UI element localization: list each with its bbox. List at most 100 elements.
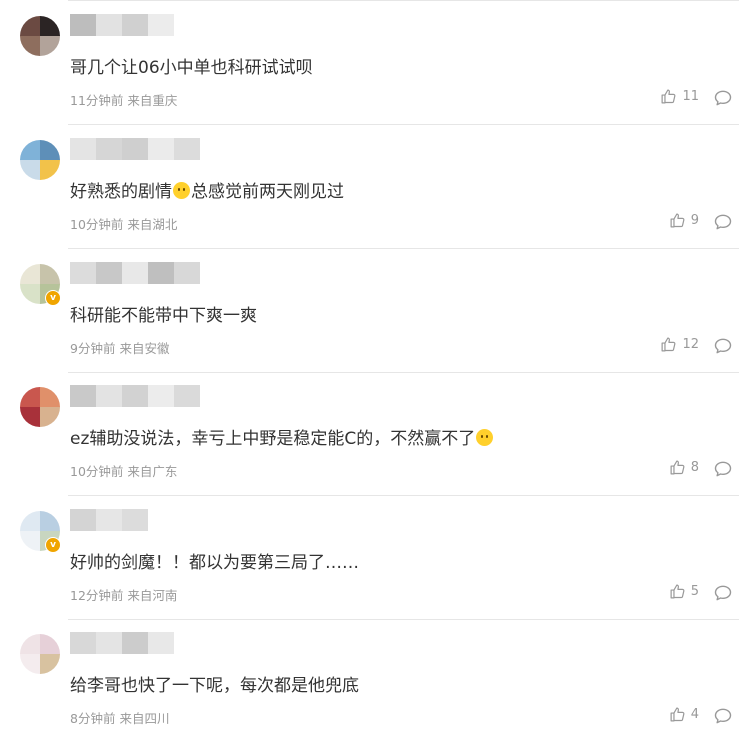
comment-meta: 8分钟前 来自四川 xyxy=(70,708,169,727)
like-count: 11 xyxy=(682,89,699,104)
comment-text-part: 给李哥也快了一下呢，每次都是他兜底 xyxy=(70,676,359,696)
verified-badge-icon: v xyxy=(45,537,61,553)
avatar-pixel xyxy=(20,284,40,304)
username-pixelated[interactable] xyxy=(70,262,200,284)
comment-bubble-icon xyxy=(713,461,733,483)
username-pixel xyxy=(148,138,174,160)
like-count: 5 xyxy=(690,584,699,599)
comment-text: 哥几个让06小中单也科研试试呗 xyxy=(70,53,313,78)
comment-item: 给李哥也快了一下呢，每次都是他兜底 8分钟前 来自四川 4 xyxy=(0,622,739,746)
like-button[interactable]: 8 xyxy=(669,459,699,476)
comment-meta: 12分钟前 来自河南 xyxy=(70,585,177,604)
comment-time: 12分钟前 xyxy=(70,588,124,603)
avatar-pixel xyxy=(40,407,60,427)
username-pixelated[interactable] xyxy=(70,632,174,654)
username-pixelated[interactable] xyxy=(70,385,200,407)
username-pixel xyxy=(148,14,174,36)
user-avatar[interactable] xyxy=(20,16,60,56)
reply-button[interactable] xyxy=(713,706,733,726)
comment-divider xyxy=(68,372,739,373)
avatar-pixel xyxy=(40,160,60,180)
thumbs-up-icon xyxy=(669,212,686,229)
thumbs-up-icon xyxy=(669,583,686,600)
username-pixel xyxy=(122,385,148,407)
username-pixelated[interactable] xyxy=(70,14,174,36)
thumbs-up-icon xyxy=(669,459,686,476)
user-avatar[interactable] xyxy=(20,387,60,427)
avatar-pixel xyxy=(20,16,40,36)
comment-location: 来自广东 xyxy=(127,464,178,479)
comment-text: 好熟悉的剧情 总感觉前两天刚见过 xyxy=(70,177,344,202)
comment-location: 来自安徽 xyxy=(119,341,170,356)
avatar-pixel xyxy=(20,654,40,674)
avatar-pixel xyxy=(40,511,60,531)
username-pixel xyxy=(96,632,122,654)
username-pixel xyxy=(122,509,148,531)
comment-bubble-icon xyxy=(713,708,733,730)
username-pixel xyxy=(174,385,200,407)
avatar-pixel xyxy=(20,407,40,427)
comment-divider xyxy=(68,619,739,620)
like-button[interactable]: 4 xyxy=(669,706,699,723)
verified-badge-icon: v xyxy=(45,290,61,306)
username-pixel xyxy=(122,262,148,284)
avatar-pixel xyxy=(20,511,40,531)
comment-text: 科研能不能带中下爽一爽 xyxy=(70,301,257,326)
username-pixel xyxy=(70,385,96,407)
username-pixel xyxy=(122,632,148,654)
comment-divider xyxy=(68,248,739,249)
username-pixel xyxy=(96,509,122,531)
comment-text-part: 总感觉前两天刚见过 xyxy=(191,182,344,202)
reply-button[interactable] xyxy=(713,459,733,479)
thumbs-up-icon xyxy=(669,706,686,723)
like-button[interactable]: 5 xyxy=(669,583,699,600)
avatar-pixel xyxy=(20,387,40,407)
reply-button[interactable] xyxy=(713,583,733,603)
comment-location: 来自重庆 xyxy=(127,93,178,108)
username-pixel xyxy=(148,385,174,407)
username-pixel xyxy=(148,632,174,654)
emoji-icon xyxy=(476,429,494,446)
avatar-pixel xyxy=(40,140,60,160)
comment-list: 哥几个让06小中单也科研试试呗 11分钟前 来自重庆 11 好熟悉的剧情 总感觉前两天刚见… xyxy=(0,0,739,738)
avatar-pixel xyxy=(40,16,60,36)
username-pixel xyxy=(96,385,122,407)
username-pixel xyxy=(70,262,96,284)
comment-text: 给李哥也快了一下呢，每次都是他兜底 xyxy=(70,671,359,696)
avatar-pixel xyxy=(20,36,40,56)
comment-item: v 好帅的剑魔！！都以为要第三局了…… 12分钟前 来自河南 5 xyxy=(0,499,739,623)
comment-time: 8分钟前 xyxy=(70,711,116,726)
avatar-pixel xyxy=(20,140,40,160)
comment-location: 来自河南 xyxy=(127,588,178,603)
comment-text-part: 哥几个让06小中单也科研试试呗 xyxy=(70,58,313,78)
reply-button[interactable] xyxy=(713,88,733,108)
avatar-pixel xyxy=(20,264,40,284)
avatar-pixel xyxy=(20,160,40,180)
reply-button[interactable] xyxy=(713,336,733,356)
top-divider xyxy=(68,0,739,1)
emoji-icon xyxy=(173,182,190,199)
comment-divider xyxy=(68,495,739,496)
comment-bubble-icon xyxy=(713,338,733,360)
username-pixelated[interactable] xyxy=(70,138,200,160)
username-pixel xyxy=(96,138,122,160)
comment-item: ez辅助没说法，幸亏上中野是稳定能C的，不然赢不了 10分钟前 来自广东 8 xyxy=(0,375,739,499)
username-pixel xyxy=(96,14,122,36)
username-pixel xyxy=(122,138,148,160)
comment-item: v 科研能不能带中下爽一爽 9分钟前 来自安徽 12 xyxy=(0,252,739,376)
like-button[interactable]: 12 xyxy=(660,336,699,353)
like-button[interactable]: 9 xyxy=(669,212,699,229)
comment-meta: 10分钟前 来自湖北 xyxy=(70,214,177,233)
username-pixelated[interactable] xyxy=(70,509,148,531)
user-avatar[interactable] xyxy=(20,634,60,674)
user-avatar[interactable] xyxy=(20,140,60,180)
comment-time: 11分钟前 xyxy=(70,93,124,108)
comment-bubble-icon xyxy=(713,214,733,236)
avatar-pixel xyxy=(20,531,40,551)
comment-meta: 9分钟前 来自安徽 xyxy=(70,338,169,357)
comment-item: 好熟悉的剧情 总感觉前两天刚见过 10分钟前 来自湖北 9 xyxy=(0,128,739,252)
username-pixel xyxy=(70,138,96,160)
reply-button[interactable] xyxy=(713,212,733,232)
avatar-pixel xyxy=(40,634,60,654)
like-button[interactable]: 11 xyxy=(660,88,699,105)
